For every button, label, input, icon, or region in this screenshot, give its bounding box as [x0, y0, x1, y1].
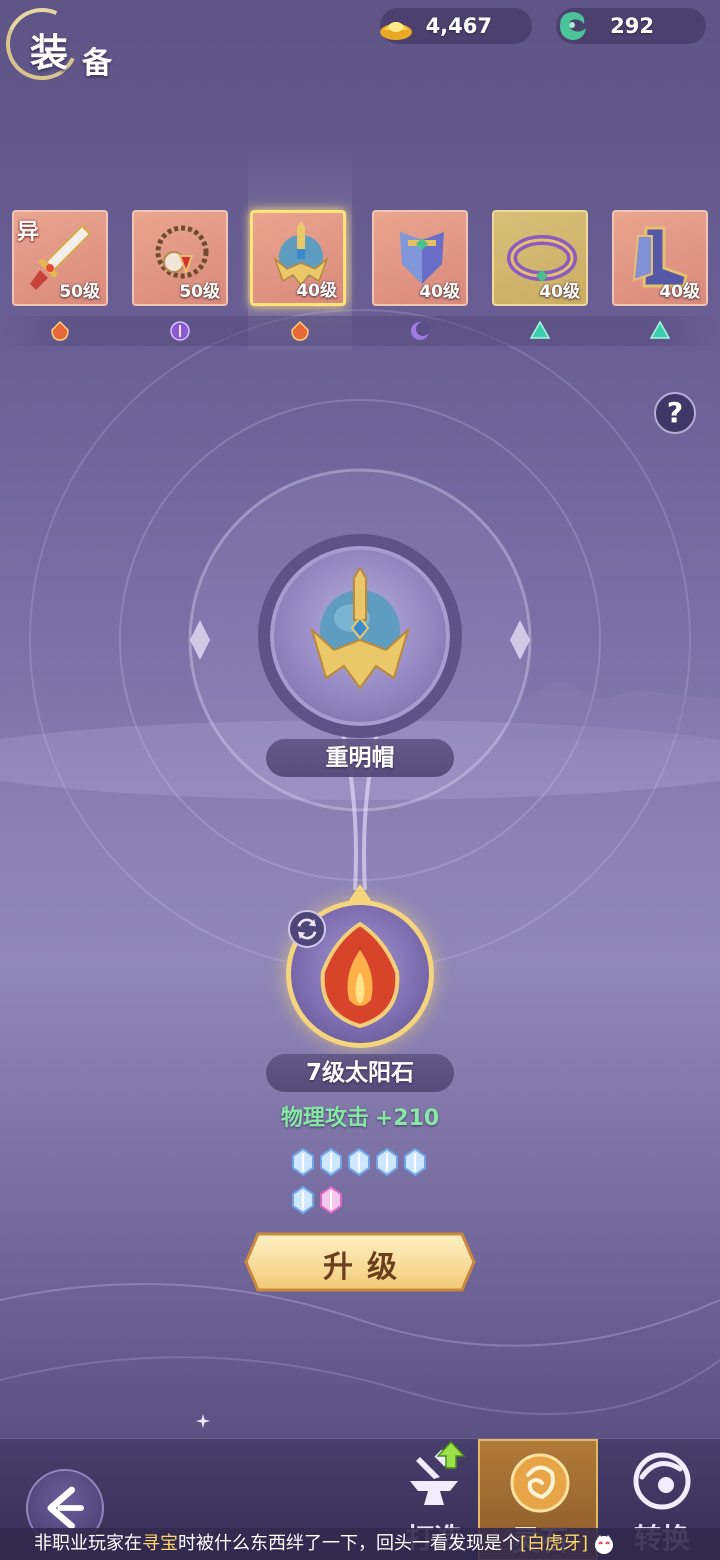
equip-level: 50级 [59, 282, 100, 302]
spirit-stone-icon [510, 1453, 570, 1513]
crystal-icon [320, 1148, 342, 1176]
ticker-text-2: 时被什么东西绊了一下，回头一看发现是个 [178, 1533, 520, 1554]
equip-slot-sword[interactable]: 异 50级 [12, 210, 108, 306]
equip-level: 40级 [539, 282, 580, 302]
currency-gold[interactable]: 4,467 [380, 8, 532, 44]
equip-slot-boots[interactable]: 40级 [612, 210, 708, 306]
equip-slot-necklace[interactable]: 50级 [132, 210, 228, 306]
upgrade-button[interactable]: 升级 [244, 1230, 476, 1294]
teal-gem-icon [649, 320, 671, 339]
ticker-text-1: 非职业玩家在 [34, 1533, 142, 1554]
equip-tag: 异 [17, 220, 40, 245]
gem-attribute: 物理攻击 +210 [0, 1100, 720, 1132]
equip-level: 40级 [659, 282, 700, 302]
jade-icon [560, 12, 586, 40]
ticker-highlight-2: [白虎牙] [520, 1533, 589, 1554]
red-gem-icon [51, 320, 69, 341]
pink-crystal-icon [320, 1186, 342, 1214]
crystal-icon [348, 1148, 370, 1176]
red-gem-icon [291, 320, 309, 341]
swirl-icon [633, 1452, 691, 1510]
swap-icon [297, 918, 317, 940]
currency-jade[interactable]: 292 [556, 8, 706, 44]
upgrade-available-arrow-icon [436, 1440, 466, 1469]
sparkle-icon [196, 1414, 210, 1428]
equipment-row: 异 50级 50级 40级 40级 40级 40级 [0, 150, 720, 350]
teal-gem-icon [529, 320, 551, 339]
title-char-1: 装 [30, 30, 69, 75]
crystal-icon [292, 1186, 314, 1214]
ticker-highlight-1: 寻宝 [142, 1533, 178, 1554]
gem-name: 7级太阳石 [266, 1054, 454, 1092]
equip-slot-helmet[interactable]: 40级 [250, 210, 346, 306]
purple-gem-icon [170, 321, 190, 341]
equip-level: 40级 [419, 282, 460, 302]
equip-level: 40级 [296, 281, 337, 301]
equip-slot-bracelet[interactable]: 40级 [492, 210, 588, 306]
currency-gold-value: 4,467 [425, 14, 492, 38]
cat-emoji-icon [595, 1535, 614, 1554]
title-char-2: 备 [82, 46, 112, 81]
equip-level: 50级 [179, 282, 220, 302]
attr-value: +210 [374, 1106, 440, 1131]
news-ticker: 非职业玩家在寻宝时被什么东西绊了一下，回头一看发现是个[白虎牙] [0, 1528, 720, 1560]
moon-gem-icon [411, 322, 430, 340]
equip-slot-armor[interactable]: 40级 [372, 210, 468, 306]
item-name: 重明帽 [266, 739, 454, 777]
crystal-icon [292, 1148, 314, 1176]
helmet-icon [310, 568, 410, 690]
currency-jade-value: 292 [610, 14, 654, 38]
gem-indicator-strip [0, 316, 720, 346]
help-button[interactable]: ? [654, 392, 696, 434]
crystal-icon [404, 1148, 426, 1176]
gem-level-stars [292, 1148, 442, 1218]
page-title: 装 备 [0, 0, 116, 91]
crystal-icon [376, 1148, 398, 1176]
swap-button[interactable] [288, 910, 326, 948]
upgrade-label: 升级 [323, 1250, 411, 1285]
sun-stone-icon [320, 921, 400, 1029]
gold-ingot-icon [380, 22, 412, 40]
attr-label: 物理攻击 [280, 1106, 369, 1131]
